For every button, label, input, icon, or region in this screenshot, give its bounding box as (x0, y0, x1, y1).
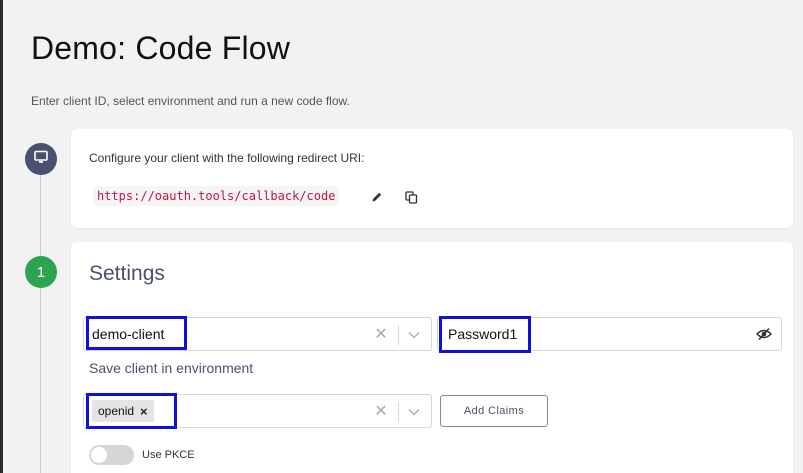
client-secret-input[interactable]: Password1 (437, 317, 782, 351)
select-separator (398, 325, 399, 345)
window-edge (0, 0, 3, 473)
copy-icon[interactable] (403, 189, 419, 205)
redirect-uri-label: Configure your client with the following… (89, 151, 365, 165)
edit-pencil-icon[interactable] (369, 189, 385, 205)
chevron-down-icon[interactable] (405, 325, 423, 345)
client-select[interactable]: demo-client ✕ (83, 317, 432, 351)
use-pkce-label: Use PKCE (142, 449, 195, 461)
redirect-uri-value: https://oauth.tools/callback/code (93, 186, 340, 206)
eye-slash-icon[interactable] (755, 326, 773, 342)
toggle-knob (91, 447, 107, 463)
clear-icon[interactable]: ✕ (371, 401, 391, 421)
client-secret-value: Password1 (448, 326, 518, 342)
clear-icon[interactable]: ✕ (371, 324, 391, 344)
select-separator (398, 402, 399, 422)
step-number-badge: 1 (25, 256, 57, 288)
scope-chip: openid × (92, 400, 154, 422)
step-monitor (25, 143, 57, 175)
scope-chip-label: openid (98, 404, 135, 418)
step-number: 1 (36, 263, 46, 281)
client-select-value: demo-client (92, 326, 165, 342)
redirect-uri-card: Configure your client with the following… (71, 129, 793, 228)
timeline-line (40, 170, 41, 473)
save-client-link[interactable]: Save client in environment (89, 360, 253, 376)
use-pkce-toggle[interactable] (89, 445, 134, 465)
page-title: Demo: Code Flow (31, 30, 291, 66)
settings-title: Settings (89, 262, 165, 285)
chevron-down-icon[interactable] (405, 402, 423, 422)
add-claims-button[interactable]: Add Claims (440, 395, 548, 427)
settings-card: Settings demo-client ✕ Password1 Save cl… (71, 242, 793, 473)
scope-select[interactable]: openid × ✕ (83, 394, 432, 428)
monitor-icon (34, 150, 48, 168)
remove-chip-icon[interactable]: × (140, 404, 148, 419)
page-subtitle: Enter client ID, select environment and … (31, 94, 350, 108)
